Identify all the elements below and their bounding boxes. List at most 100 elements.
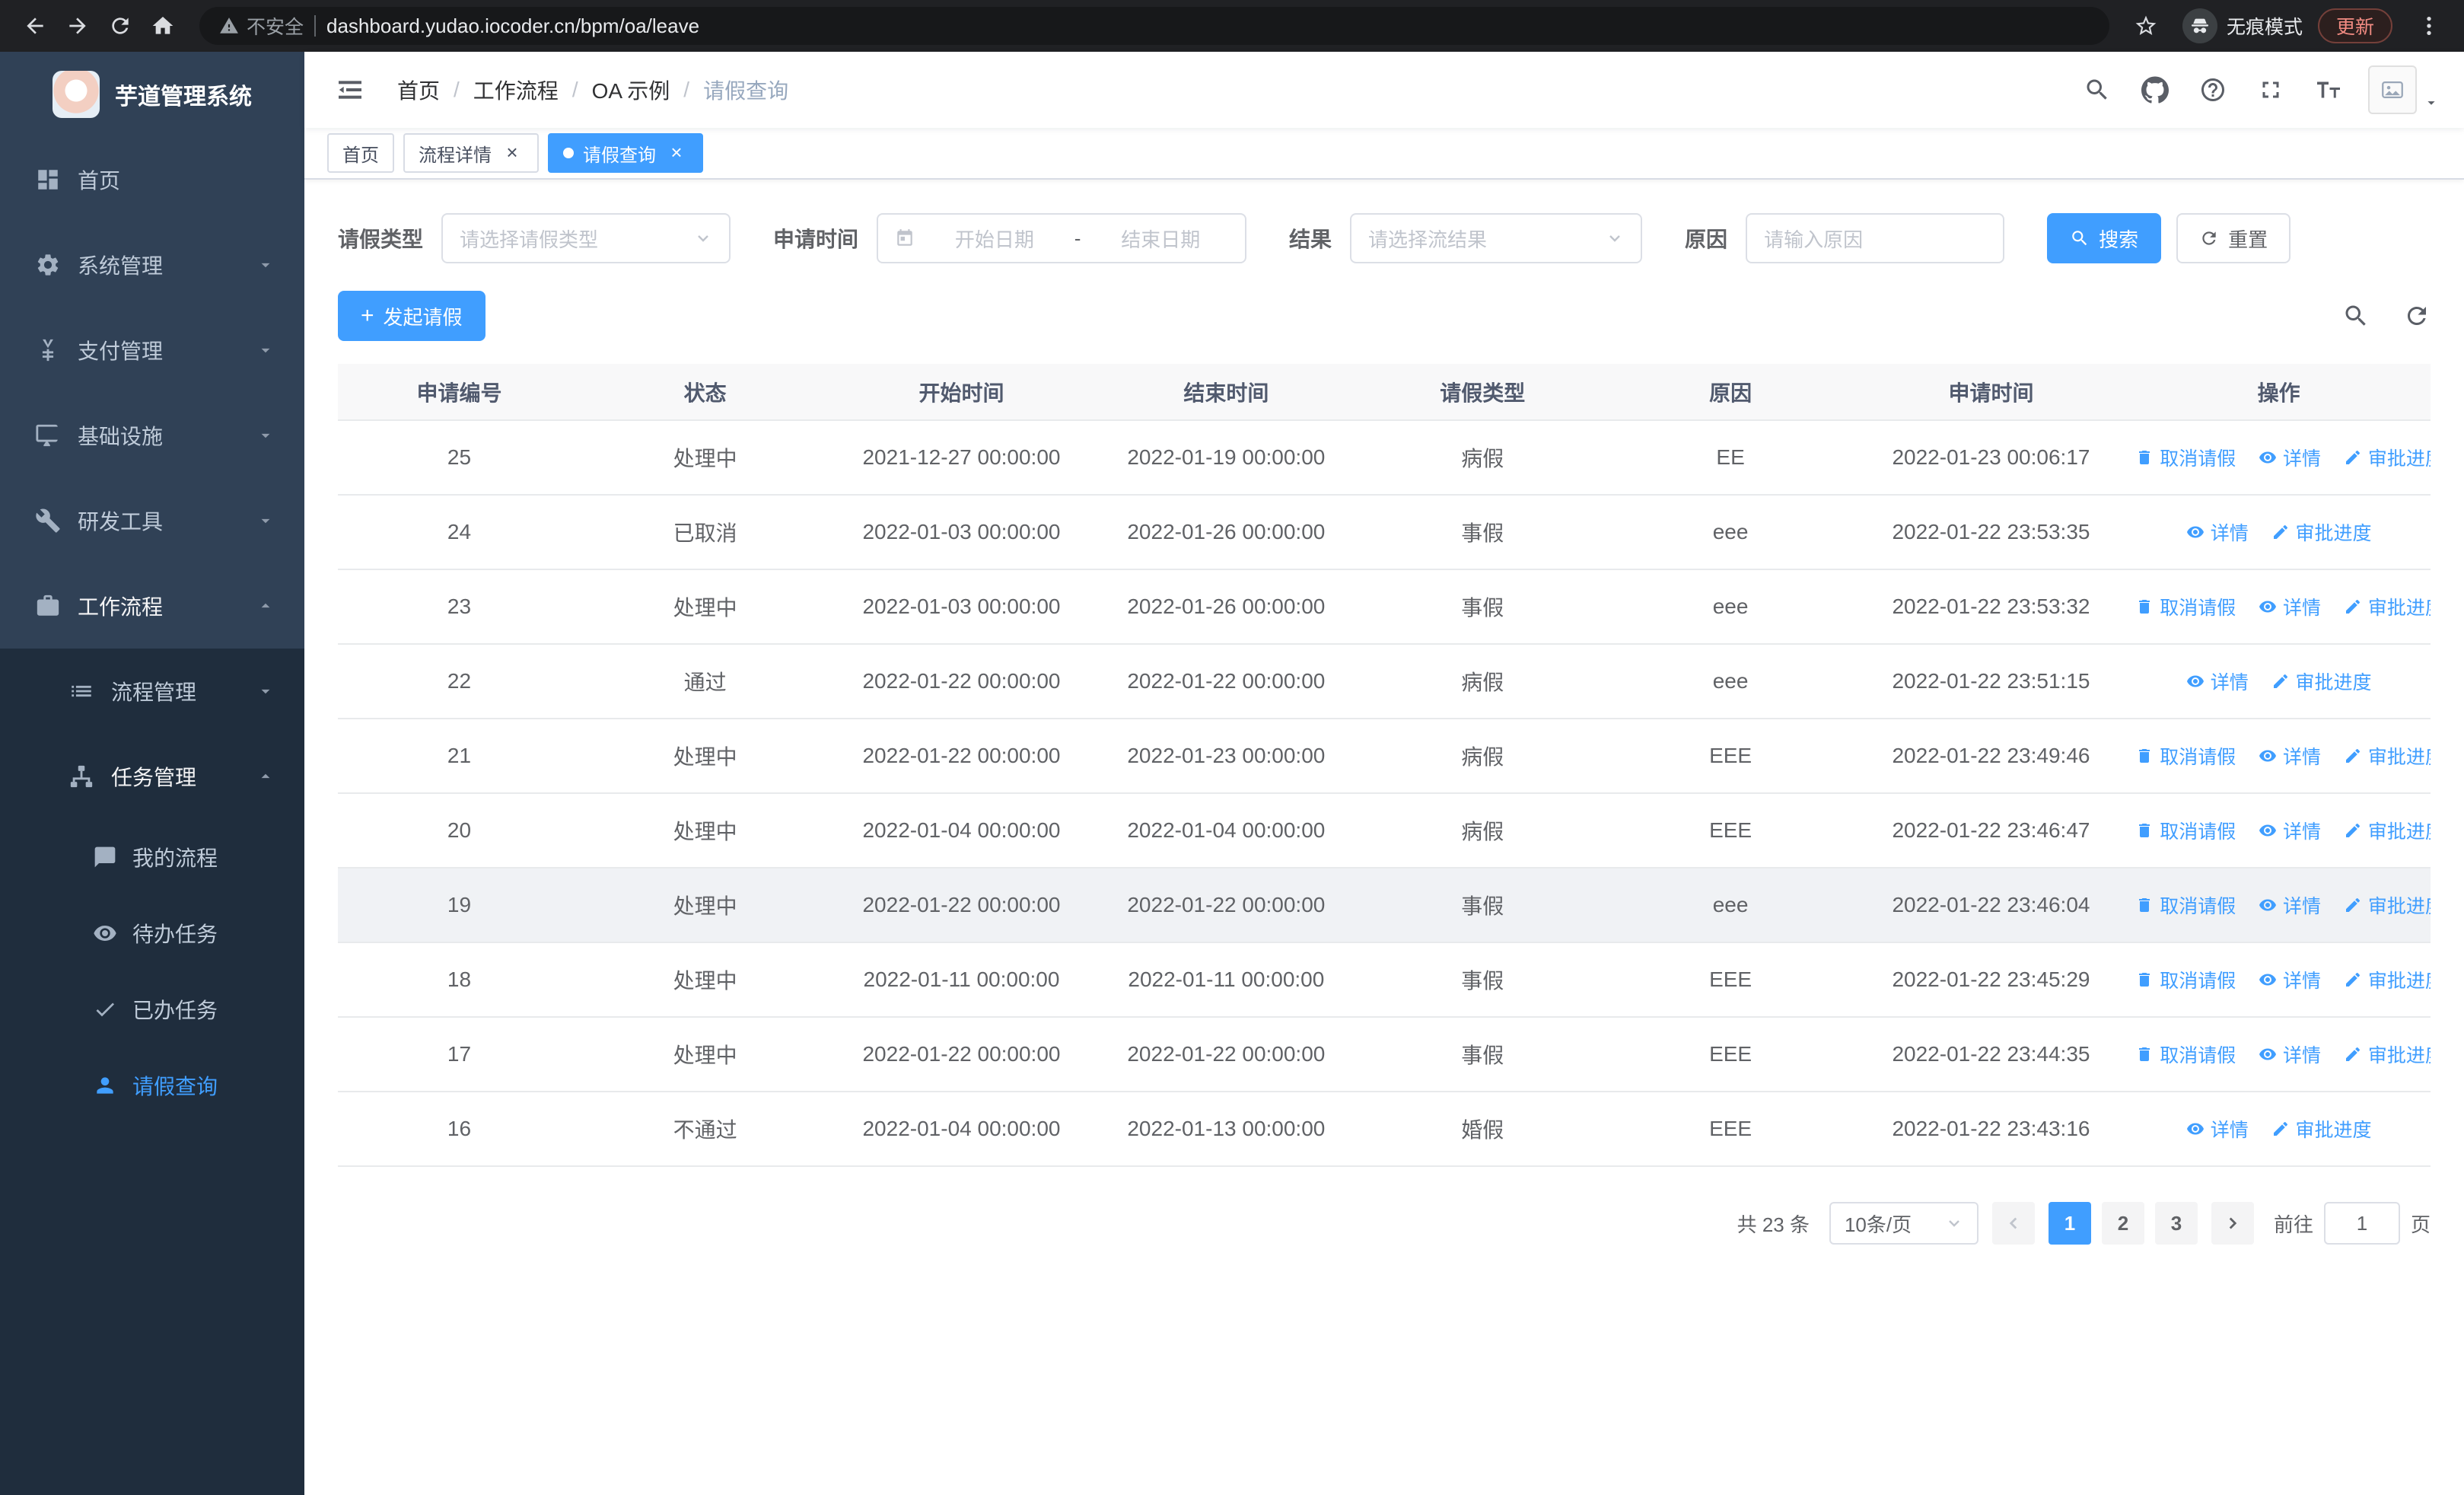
- cell-status: 处理中: [581, 719, 830, 794]
- create-leave-button[interactable]: + 发起请假: [338, 291, 485, 341]
- close-icon[interactable]: ×: [501, 142, 524, 164]
- cell-start-time: 2022-01-03 00:00:00: [829, 569, 1094, 645]
- check-icon: [93, 997, 117, 1022]
- logo[interactable]: 芋道管理系统: [0, 52, 304, 137]
- cell-leave-type: 事假: [1358, 1017, 1606, 1092]
- cancel-leave-link[interactable]: 取消请假: [2135, 1041, 2236, 1068]
- tag[interactable]: 首页: [327, 133, 394, 173]
- browser-refresh-button[interactable]: [99, 5, 142, 47]
- breadcrumb-home[interactable]: 首页: [397, 75, 440, 105]
- browser-home-button[interactable]: [142, 5, 184, 47]
- user-menu[interactable]: [2368, 65, 2440, 114]
- sidebar-item-task-management[interactable]: 任务管理: [0, 734, 304, 819]
- sidebar: 芋道管理系统 首页 系统管理 支付管理 基础设施 研发工具 工作流程 流程管理: [0, 52, 304, 1495]
- logo-avatar: [53, 71, 100, 118]
- approval-progress-link[interactable]: 审批进度: [2344, 742, 2431, 770]
- cancel-leave-link[interactable]: 取消请假: [2135, 742, 2236, 770]
- sidebar-subitem[interactable]: 待办任务: [0, 895, 304, 971]
- detail-link[interactable]: 详情: [2259, 817, 2321, 844]
- sidebar-collapse-button[interactable]: [329, 75, 371, 105]
- header-search-icon[interactable]: [2071, 67, 2123, 113]
- browser-back-button[interactable]: [14, 5, 56, 47]
- approval-progress-link[interactable]: 审批进度: [2344, 891, 2431, 919]
- cell-apply-time: 2022-01-22 23:43:16: [1854, 1092, 2128, 1167]
- cell-reason: EEE: [1606, 1092, 1855, 1167]
- help-icon[interactable]: [2187, 67, 2239, 113]
- browser-menu-button[interactable]: [2408, 5, 2450, 47]
- approval-progress-link[interactable]: 审批进度: [2271, 668, 2372, 695]
- cancel-leave-link[interactable]: 取消请假: [2135, 817, 2236, 844]
- detail-link[interactable]: 详情: [2186, 518, 2249, 546]
- reason-input[interactable]: 请输入原因: [1746, 213, 2005, 263]
- close-icon[interactable]: ×: [665, 142, 688, 164]
- sidebar-item-dashboard[interactable]: 首页: [0, 137, 304, 222]
- result-select[interactable]: 请选择流结果: [1350, 213, 1643, 263]
- date-range-picker[interactable]: 开始日期 - 结束日期: [877, 213, 1247, 263]
- sidebar-item-yen[interactable]: 支付管理: [0, 308, 304, 393]
- cancel-leave-link[interactable]: 取消请假: [2135, 966, 2236, 993]
- sidebar-item-briefcase[interactable]: 工作流程: [0, 563, 304, 649]
- breadcrumb-workflow[interactable]: 工作流程: [473, 75, 559, 105]
- tag[interactable]: 请假查询 ×: [548, 133, 703, 173]
- approval-progress-link[interactable]: 审批进度: [2344, 966, 2431, 993]
- toggle-search-icon[interactable]: [2342, 302, 2370, 330]
- eye-icon: [2186, 1120, 2205, 1138]
- approval-progress-link[interactable]: 审批进度: [2344, 1041, 2431, 1068]
- sidebar-item-process-management[interactable]: 流程管理: [0, 649, 304, 734]
- sidebar-subitem[interactable]: 请假查询: [0, 1047, 304, 1124]
- next-page-button[interactable]: [2211, 1202, 2254, 1245]
- browser-forward-button[interactable]: [56, 5, 99, 47]
- github-icon[interactable]: [2129, 67, 2181, 113]
- search-button[interactable]: 搜索: [2047, 213, 2162, 263]
- approval-progress-link[interactable]: 审批进度: [2344, 593, 2431, 620]
- bookmark-star-button[interactable]: [2125, 5, 2167, 47]
- prev-page-button[interactable]: [1991, 1202, 2035, 1245]
- detail-link[interactable]: 详情: [2259, 444, 2321, 471]
- pen-icon: [2344, 747, 2362, 765]
- cancel-leave-link[interactable]: 取消请假: [2135, 593, 2236, 620]
- breadcrumb-oa-example[interactable]: OA 示例: [592, 75, 670, 105]
- approval-progress-link[interactable]: 审批进度: [2344, 817, 2431, 844]
- cell-reason: EEE: [1606, 793, 1855, 869]
- sidebar-item-monitor[interactable]: 基础设施: [0, 393, 304, 478]
- detail-link[interactable]: 详情: [2259, 742, 2321, 770]
- table-row: 20 处理中 2022-01-04 00:00:00 2022-01-04 00…: [338, 793, 2431, 869]
- detail-link[interactable]: 详情: [2259, 593, 2321, 620]
- detail-link[interactable]: 详情: [2259, 891, 2321, 919]
- sidebar-subitem[interactable]: 已办任务: [0, 971, 304, 1047]
- cancel-leave-link[interactable]: 取消请假: [2135, 891, 2236, 919]
- cell-id: 16: [338, 1092, 581, 1167]
- security-chip[interactable]: 不安全: [219, 12, 304, 40]
- sidebar-subitem[interactable]: 我的流程: [0, 819, 304, 895]
- detail-link[interactable]: 详情: [2259, 966, 2321, 993]
- approval-progress-link[interactable]: 审批进度: [2271, 518, 2372, 546]
- page-size-select[interactable]: 10条/页: [1829, 1202, 1979, 1245]
- browser-update-button[interactable]: 更新: [2317, 8, 2392, 43]
- cell-end-time: 2022-01-11 00:00:00: [1093, 942, 1359, 1018]
- cancel-leave-link[interactable]: 取消请假: [2135, 444, 2236, 471]
- detail-link[interactable]: 详情: [2186, 668, 2249, 695]
- detail-link[interactable]: 详情: [2186, 1115, 2249, 1143]
- page-number-button[interactable]: 1: [2048, 1202, 2091, 1245]
- fullscreen-icon[interactable]: [2245, 67, 2297, 113]
- font-size-icon[interactable]: [2303, 67, 2354, 113]
- approval-progress-link[interactable]: 审批进度: [2344, 444, 2431, 471]
- address-bar[interactable]: 不安全 dashboard.yudao.iocoder.cn/bpm/oa/le…: [199, 7, 2109, 45]
- approval-progress-link[interactable]: 审批进度: [2271, 1115, 2372, 1143]
- leave-type-select[interactable]: 请选择请假类型: [441, 213, 731, 263]
- page-number-button[interactable]: 2: [2101, 1202, 2144, 1245]
- refresh-table-icon[interactable]: [2403, 302, 2431, 330]
- sidebar-item-gear[interactable]: 系统管理: [0, 222, 304, 308]
- page-number-button[interactable]: 3: [2154, 1202, 2198, 1245]
- tag[interactable]: 流程详情 ×: [403, 133, 539, 173]
- trash-icon: [2135, 598, 2154, 616]
- detail-link[interactable]: 详情: [2259, 1041, 2321, 1068]
- goto-page-input[interactable]: [2323, 1202, 2400, 1245]
- sidebar-item-wrench[interactable]: 研发工具: [0, 478, 304, 563]
- cell-leave-type: 病假: [1358, 420, 1606, 496]
- table-row: 23 处理中 2022-01-03 00:00:00 2022-01-26 00…: [338, 569, 2431, 645]
- cell-apply-time: 2022-01-22 23:49:46: [1854, 719, 2128, 794]
- reset-button[interactable]: 重置: [2176, 213, 2291, 263]
- breadcrumb-current: 请假查询: [703, 79, 789, 103]
- table-header-row: 申请编号 状态 开始时间 结束时间 请假类型 原因 申请时间 操作: [338, 364, 2431, 421]
